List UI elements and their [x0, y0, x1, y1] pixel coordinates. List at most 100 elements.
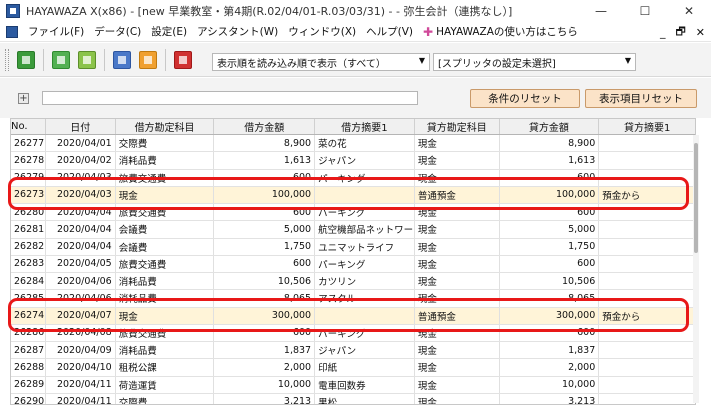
debit-amount-cell[interactable]: 1,750 [214, 238, 316, 255]
delete-icon[interactable] [174, 50, 192, 69]
row-number-cell[interactable]: 26289 [11, 376, 46, 393]
header-debit-memo[interactable]: 借方摘要1 [315, 119, 415, 134]
credit-account-cell[interactable]: 現金 [415, 255, 500, 272]
credit-amount-cell[interactable]: 1,613 [500, 152, 600, 169]
debit-memo-cell[interactable]: パーキング [315, 255, 415, 272]
expand-plus-icon[interactable]: + [18, 93, 29, 104]
credit-memo-cell[interactable] [599, 394, 695, 404]
credit-amount-cell[interactable]: 3,213 [500, 393, 600, 404]
debit-memo-cell[interactable]: ジャパン [315, 342, 415, 359]
upload-icon[interactable] [113, 50, 131, 69]
debit-amount-cell[interactable]: 1,837 [214, 342, 316, 359]
credit-memo-cell[interactable] [599, 359, 695, 375]
reset-display-items-button[interactable]: 表示項目リセット [585, 89, 697, 108]
credit-amount-cell[interactable]: 10,000 [500, 376, 600, 393]
row-number-cell[interactable]: 26278 [11, 152, 46, 169]
date-cell[interactable]: 2020/04/05 [46, 255, 116, 272]
date-cell[interactable]: 2020/04/11 [46, 376, 116, 393]
table-row[interactable]: 26281 2020/04/04 会議費 5,000 航空機部品ネットワー… 現金 5,00… [11, 221, 695, 239]
debit-account-cell[interactable]: 荷造運賃 [116, 376, 215, 393]
debit-amount-cell[interactable]: 3,213 [214, 393, 316, 404]
credit-amount-cell[interactable]: 5,000 [500, 221, 600, 238]
vertical-scrollbar[interactable] [693, 135, 699, 403]
credit-memo-cell[interactable] [599, 256, 695, 272]
credit-memo-cell[interactable] [599, 221, 695, 237]
credit-amount-cell[interactable]: 1,837 [500, 342, 600, 359]
header-debit-amount[interactable]: 借方金額 [214, 119, 316, 134]
date-cell[interactable]: 2020/04/09 [46, 342, 116, 359]
mdi-minimize-button[interactable]: _ [660, 26, 666, 39]
credit-account-cell[interactable]: 現金 [415, 376, 500, 393]
maximize-button[interactable]: ☐ [623, 0, 667, 22]
credit-memo-cell[interactable] [599, 152, 695, 168]
credit-memo-cell[interactable] [599, 377, 695, 393]
debit-amount-cell[interactable]: 2,000 [214, 359, 316, 376]
debit-account-cell[interactable]: 租税公課 [116, 359, 215, 376]
reset-conditions-button[interactable]: 条件のリセット [470, 89, 580, 108]
edit-icon[interactable] [78, 50, 96, 69]
mdi-close-button[interactable]: ✕ [696, 26, 705, 39]
credit-account-cell[interactable]: 現金 [415, 359, 500, 376]
debit-amount-cell[interactable]: 10,000 [214, 376, 316, 393]
header-credit-memo[interactable]: 貸方摘要1 [599, 119, 695, 134]
debit-memo-cell[interactable]: 電車回数券 [315, 376, 415, 393]
date-cell[interactable]: 2020/04/11 [46, 393, 116, 404]
row-number-cell[interactable]: 26282 [11, 238, 46, 255]
credit-amount-cell[interactable]: 1,750 [500, 238, 600, 255]
debit-memo-cell[interactable]: 印紙 [315, 359, 415, 376]
row-number-cell[interactable]: 26288 [11, 359, 46, 376]
row-number-cell[interactable]: 26290 [11, 393, 46, 404]
credit-amount-cell[interactable]: 2,000 [500, 359, 600, 376]
debit-memo-cell[interactable]: ユニマットライフ [315, 238, 415, 255]
filter-input[interactable] [42, 91, 418, 105]
mdi-restore-button[interactable]: 🗗 [675, 23, 685, 42]
credit-account-cell[interactable]: 現金 [415, 273, 500, 290]
minimize-button[interactable]: — [579, 0, 623, 22]
credit-account-cell[interactable]: 現金 [415, 152, 500, 169]
credit-account-cell[interactable]: 現金 [415, 342, 500, 359]
menu-assistant[interactable]: アシスタント(W) [197, 24, 278, 39]
debit-account-cell[interactable]: 消耗品費 [116, 273, 215, 290]
table-row[interactable]: 26290 2020/04/11 交際費 3,213 果松 現金 3,213 [11, 393, 695, 404]
menu-help[interactable]: ヘルプ(V) [366, 24, 413, 39]
date-cell[interactable]: 2020/04/06 [46, 273, 116, 290]
header-date[interactable]: 日付 [46, 119, 116, 134]
table-row[interactable]: 26284 2020/04/06 消耗品費 10,506 カツリン 現金 10,506 [11, 273, 695, 291]
splitter-select[interactable]: [スプリッタの設定未選択] ▼ [433, 53, 636, 71]
debit-memo-cell[interactable]: カツリン [315, 273, 415, 290]
debit-account-cell[interactable]: 交際費 [116, 393, 215, 404]
row-number-cell[interactable]: 26283 [11, 255, 46, 272]
credit-account-cell[interactable]: 現金 [415, 135, 500, 152]
debit-amount-cell[interactable]: 5,000 [214, 221, 316, 238]
toolbar-grip[interactable] [5, 48, 9, 71]
new-entry-icon[interactable] [17, 50, 35, 69]
table-row[interactable]: 26289 2020/04/11 荷造運賃 10,000 電車回数券 現金 10,000 [11, 376, 695, 394]
menu-data[interactable]: データ(C) [94, 24, 141, 39]
scrollbar-thumb[interactable] [694, 143, 698, 253]
debit-amount-cell[interactable]: 8,900 [214, 135, 316, 152]
close-button[interactable]: ✕ [667, 0, 711, 22]
sheet-icon[interactable] [52, 50, 70, 69]
date-cell[interactable]: 2020/04/04 [46, 221, 116, 238]
debit-amount-cell[interactable]: 600 [214, 255, 316, 272]
header-credit-account[interactable]: 貸方勘定科目 [415, 119, 500, 134]
folder-icon[interactable] [139, 50, 157, 69]
table-row[interactable]: 26283 2020/04/05 旅費交通費 600 パーキング 現金 600 [11, 255, 695, 273]
row-number-cell[interactable]: 26284 [11, 273, 46, 290]
table-row[interactable]: 26282 2020/04/04 会議費 1,750 ユニマットライフ 現金 1,750 [11, 238, 695, 256]
menu-file[interactable]: ファイル(F) [28, 24, 84, 39]
debit-memo-cell[interactable]: ジャパン [315, 152, 415, 169]
debit-account-cell[interactable]: 会議費 [116, 238, 215, 255]
header-no[interactable]: No. [11, 119, 46, 134]
table-row[interactable]: 26288 2020/04/10 租税公課 2,000 印紙 現金 2,000 [11, 359, 695, 377]
credit-memo-cell[interactable] [599, 273, 695, 289]
debit-account-cell[interactable]: 旅費交通費 [116, 255, 215, 272]
date-cell[interactable]: 2020/04/01 [46, 135, 116, 152]
debit-amount-cell[interactable]: 10,506 [214, 273, 316, 290]
menu-howto-link[interactable]: ✚ HAYAWAZAの使い方はこちら [423, 24, 578, 39]
date-cell[interactable]: 2020/04/04 [46, 238, 116, 255]
debit-amount-cell[interactable]: 1,613 [214, 152, 316, 169]
row-number-cell[interactable]: 26281 [11, 221, 46, 238]
debit-account-cell[interactable]: 会議費 [116, 221, 215, 238]
debit-account-cell[interactable]: 交際費 [116, 135, 215, 152]
